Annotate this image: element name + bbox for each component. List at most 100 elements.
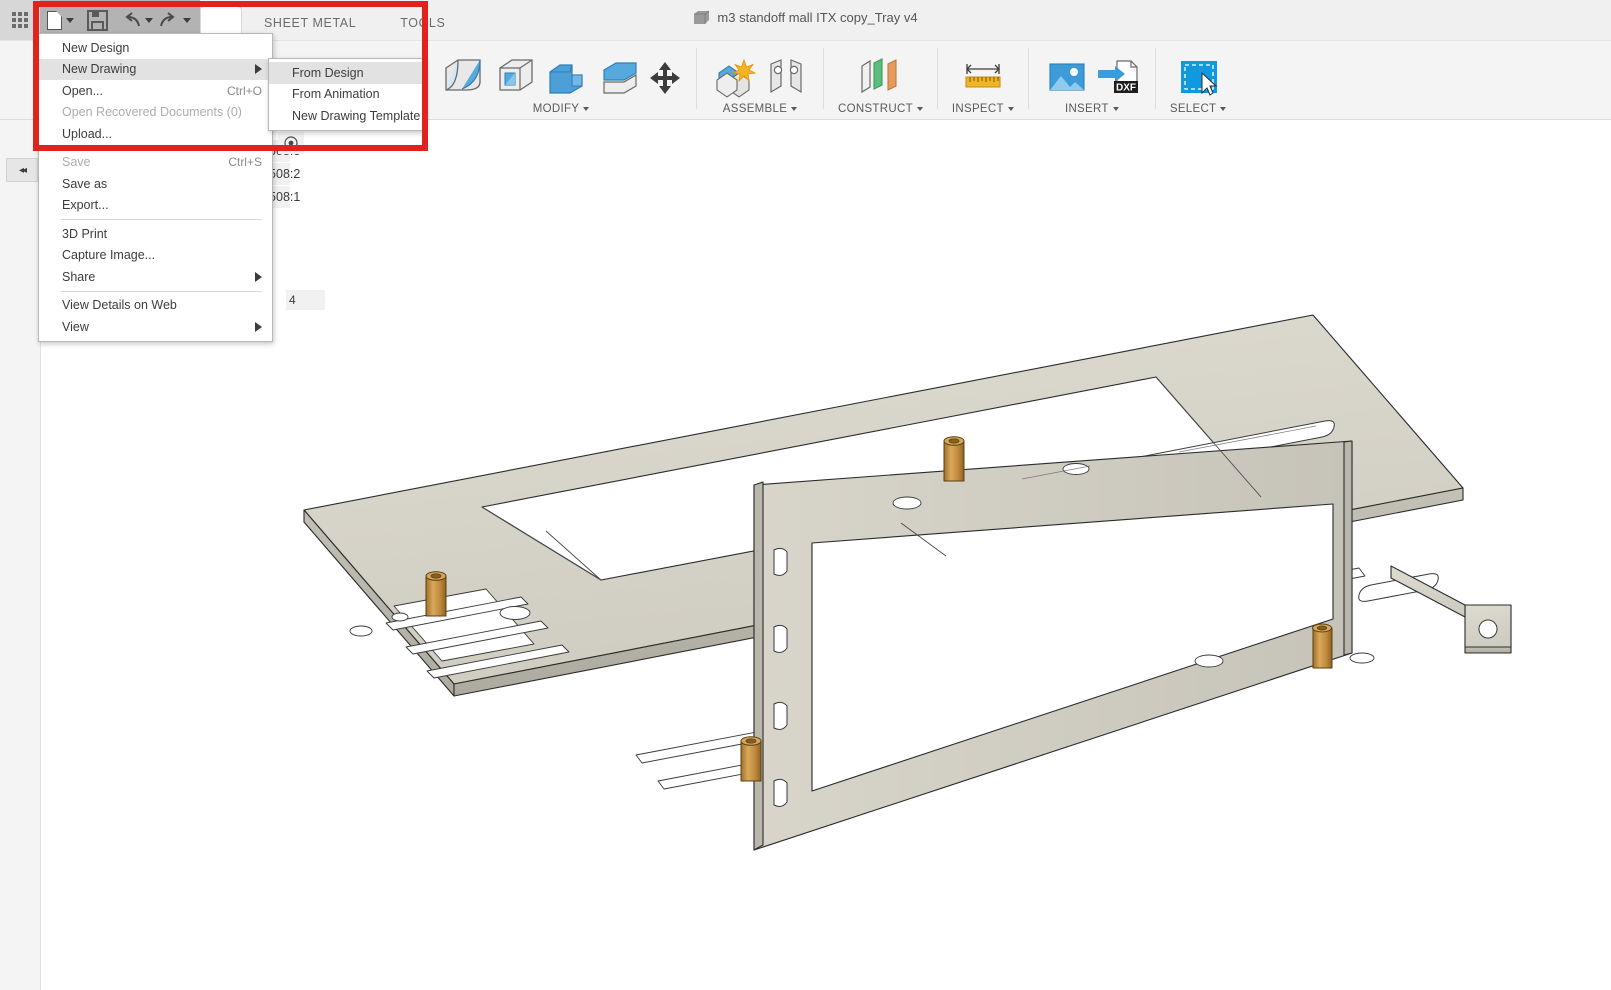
- menu-item-label: View: [62, 320, 89, 334]
- ribbon-label-text: CONSTRUCT: [838, 103, 913, 115]
- menu-item-open-recovered: Open Recovered Documents (0): [39, 102, 272, 124]
- chevron-down-icon: [1008, 107, 1014, 111]
- menu-item-shortcut: Ctrl+O: [207, 84, 262, 98]
- submenu-arrow-icon: [255, 64, 262, 74]
- ribbon-group-construct: CONSTRUCT: [828, 40, 933, 119]
- menu-item-label: Save as: [62, 177, 107, 191]
- chevron-down-icon: [917, 107, 923, 111]
- menu-item-view-details-web[interactable]: View Details on Web: [39, 295, 272, 317]
- 3d-viewport-canvas[interactable]: [41, 119, 1611, 990]
- ribbon-label-text: INSPECT: [952, 103, 1004, 115]
- menu-item-label: New Design: [62, 41, 129, 55]
- ribbon-group-insert: DXF INSERT: [1033, 40, 1151, 119]
- ribbon-group-label[interactable]: INSERT: [1065, 100, 1119, 118]
- chevron-down-icon[interactable]: [183, 18, 191, 23]
- ribbon-divider: [937, 48, 938, 109]
- menu-item-share[interactable]: Share: [39, 266, 272, 288]
- ribbon-label-text: SELECT: [1170, 103, 1217, 115]
- undo-button[interactable]: [118, 5, 156, 35]
- menu-item-new-design[interactable]: New Design: [39, 37, 272, 59]
- menu-item-save-as[interactable]: Save as: [39, 173, 272, 195]
- ribbon-divider: [1155, 48, 1156, 109]
- menu-item-label: Upload...: [62, 127, 112, 141]
- menu-item-label: New Drawing Template: [292, 109, 420, 123]
- split-face-icon[interactable]: [596, 56, 642, 100]
- menu-item-save: Save Ctrl+S: [39, 152, 272, 174]
- model-graphic: [41, 119, 1611, 990]
- ribbon-group-label[interactable]: INSPECT: [952, 100, 1014, 118]
- menu-separator: [61, 291, 262, 292]
- insert-image-icon[interactable]: [1043, 56, 1089, 100]
- document-title-text: m3 standoff mall ITX copy_Tray v4: [717, 10, 917, 25]
- menu-item-new-drawing[interactable]: New Drawing: [39, 59, 272, 81]
- ribbon-group-inspect: INSPECT: [942, 40, 1024, 119]
- new-file-icon: [47, 11, 62, 30]
- submenu-item-new-drawing-template[interactable]: New Drawing Template: [269, 105, 424, 127]
- left-rail: ◂◂: [0, 40, 41, 990]
- joint-icon[interactable]: [763, 56, 809, 100]
- offset-plane-icon[interactable]: [852, 56, 908, 100]
- menu-item-3d-print[interactable]: 3D Print: [39, 223, 272, 245]
- ribbon-divider: [696, 48, 697, 109]
- origin-visibility-icon[interactable]: [278, 132, 304, 154]
- new-file-button[interactable]: [44, 5, 77, 35]
- ribbon-divider: [823, 48, 824, 109]
- tab-tools[interactable]: TOOLS: [378, 7, 467, 40]
- menu-item-label: Capture Image...: [62, 248, 155, 262]
- fusion360-app-window: ◂◂ BROWSER Distans Erkek M3x8mm YP-508:3: [0, 0, 1611, 990]
- ribbon-label-text: ASSEMBLE: [723, 103, 787, 115]
- menu-item-label: Open...: [62, 84, 103, 98]
- menu-item-label: 3D Print: [62, 227, 107, 241]
- ribbon-group-assemble: ASSEMBLE: [701, 40, 819, 119]
- menu-separator: [61, 219, 262, 220]
- chevron-down-icon: [1220, 107, 1226, 111]
- redo-button[interactable]: [156, 5, 194, 35]
- menu-item-label: From Animation: [292, 87, 380, 101]
- menu-item-view[interactable]: View: [39, 316, 272, 338]
- chevron-down-icon: [66, 18, 74, 23]
- menu-item-shortcut: Ctrl+S: [208, 155, 262, 169]
- save-button[interactable]: [84, 5, 111, 35]
- menu-item-label: View Details on Web: [62, 298, 177, 312]
- ribbon-group-label[interactable]: SELECT: [1170, 100, 1227, 118]
- menu-item-open[interactable]: Open... Ctrl+O: [39, 80, 272, 102]
- chevron-down-icon[interactable]: [145, 18, 153, 23]
- ribbon-group-modify: MODIFY: [430, 40, 692, 119]
- ribbon-group-label[interactable]: CONSTRUCT: [838, 100, 923, 118]
- insert-dxf-icon[interactable]: DXF: [1095, 56, 1141, 100]
- measure-icon[interactable]: [955, 56, 1011, 100]
- menu-item-capture-image[interactable]: Capture Image...: [39, 245, 272, 267]
- ribbon-label-text: MODIFY: [533, 103, 580, 115]
- chevron-down-icon: [1113, 107, 1119, 111]
- submenu-arrow-icon: [255, 272, 262, 282]
- submenu-item-from-animation[interactable]: From Animation: [269, 84, 424, 106]
- new-drawing-submenu[interactable]: From Design From Animation New Drawing T…: [268, 58, 425, 131]
- menu-item-export[interactable]: Export...: [39, 195, 272, 217]
- menu-item-label: From Design: [292, 66, 364, 80]
- browser-collapse-button[interactable]: ◂◂: [6, 158, 38, 182]
- browser-count-badge: 4: [286, 290, 325, 310]
- menu-item-upload[interactable]: Upload...: [39, 123, 272, 145]
- menu-item-label: Share: [62, 270, 95, 284]
- ribbon-group-label[interactable]: ASSEMBLE: [723, 100, 797, 118]
- select-window-icon[interactable]: [1175, 56, 1221, 100]
- submenu-arrow-icon: [255, 322, 262, 332]
- redo-arrow-icon: [159, 12, 179, 29]
- fillet-icon[interactable]: [440, 56, 486, 100]
- shell-icon[interactable]: [492, 56, 538, 100]
- chevron-down-icon: [583, 107, 589, 111]
- combine-icon[interactable]: [544, 56, 590, 100]
- ribbon-label-text: INSERT: [1065, 103, 1109, 115]
- move-copy-icon[interactable]: [648, 56, 682, 100]
- menu-item-label: Save: [62, 155, 91, 169]
- ribbon-group-select: SELECT: [1160, 40, 1237, 119]
- file-menu-dropdown[interactable]: New Design New Drawing Open... Ctrl+O Ope…: [38, 33, 273, 342]
- ribbon-group-label[interactable]: MODIFY: [533, 100, 590, 118]
- menu-separator: [61, 148, 262, 149]
- svg-text:DXF: DXF: [1116, 83, 1136, 94]
- undo-arrow-icon: [121, 12, 141, 29]
- new-component-icon[interactable]: [711, 56, 757, 100]
- app-grid-icon[interactable]: [0, 0, 40, 40]
- menu-item-label: Open Recovered Documents (0): [62, 105, 242, 119]
- submenu-item-from-design[interactable]: From Design: [269, 62, 424, 84]
